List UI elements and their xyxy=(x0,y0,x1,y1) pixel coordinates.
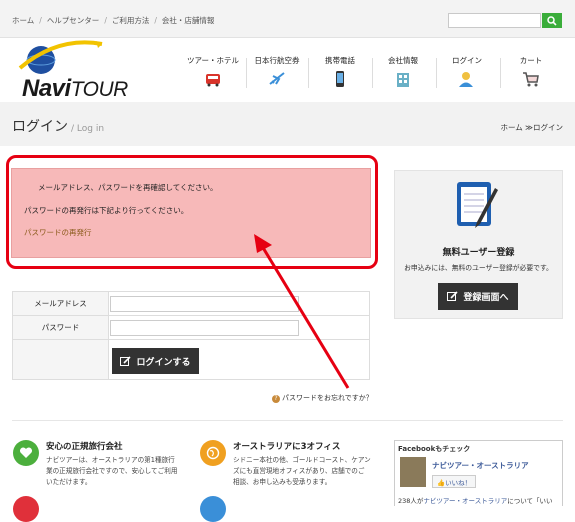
annotation-arrow xyxy=(254,234,350,389)
